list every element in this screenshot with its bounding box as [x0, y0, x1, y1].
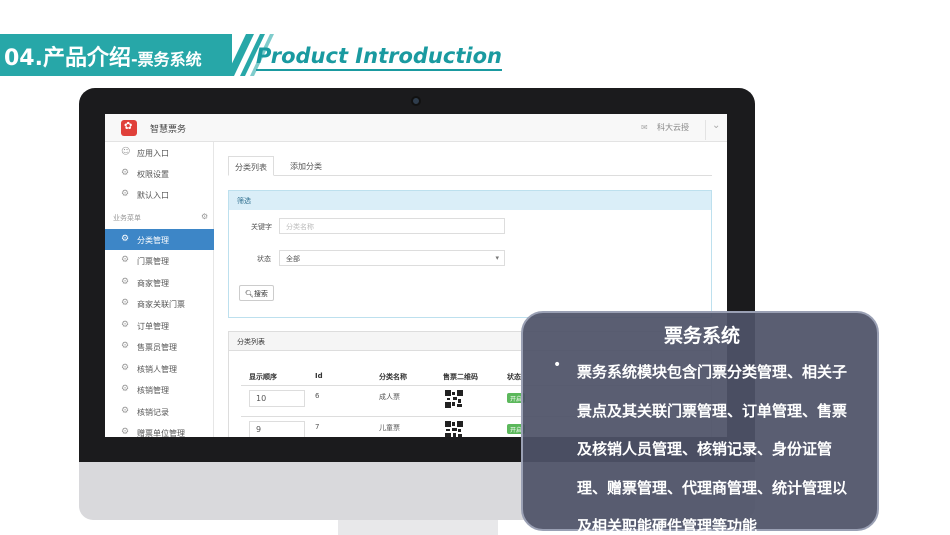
search-button[interactable]: 🔍︎搜索	[239, 285, 274, 301]
sidebar-item-category[interactable]: ⚙ 分类管理	[105, 229, 214, 250]
column-header-id: Id	[315, 372, 323, 380]
card-description: 票务系统模块包含门票分类管理、相关子景点及其关联门票管理、订单管理、售票及核销人…	[577, 363, 848, 535]
page-title: 04.产品介绍-票务系统	[4, 40, 202, 72]
sidebar-item-tickets[interactable]: ⚙ 门票管理	[105, 250, 214, 271]
tab-add-category[interactable]: 添加分类	[284, 156, 328, 176]
gear-icon: ⚙	[121, 341, 130, 351]
row-name: 儿童票	[379, 424, 400, 432]
sidebar-item-merchants[interactable]: ⚙ 商家管理	[105, 272, 214, 293]
bullet-icon: •	[553, 357, 562, 373]
row-id: 7	[315, 423, 320, 431]
row-id: 6	[315, 392, 320, 400]
gear-icon[interactable]: ⚙	[201, 212, 208, 221]
gear-icon: ⚙	[121, 234, 130, 244]
qr-code-icon[interactable]	[445, 421, 463, 437]
gear-icon: ⚙	[121, 406, 130, 416]
app-topbar: ✿ 智慧票务 ✉ 科大云授 ⌄	[105, 114, 727, 142]
gear-icon: ⚙	[121, 427, 130, 437]
qr-code-icon[interactable]	[445, 390, 463, 408]
wechat-icon[interactable]: ✉	[641, 123, 648, 132]
sidebar-item-verification-log[interactable]: ⚙ 核销记录	[105, 401, 214, 422]
sidebar-item-merchant-tickets[interactable]: ⚙ 商家关联门票	[105, 293, 214, 314]
sidebar-item-gift-units[interactable]: ⚙ 赠票单位管理	[105, 422, 214, 437]
gear-icon: ⚙	[121, 384, 130, 394]
title-main: 04.产品介绍	[4, 46, 131, 71]
chat-icon: ☺	[121, 147, 131, 157]
app-title: 智慧票务	[150, 125, 187, 135]
order-input[interactable]: 10	[249, 390, 305, 407]
gear-icon: ⚙	[121, 255, 130, 265]
sidebar-item-app-entry[interactable]: ☺ 应用入口	[105, 142, 214, 163]
gear-icon: ⚙	[121, 363, 130, 373]
status-select-value: 全部	[286, 255, 300, 263]
column-header-name: 分类名称	[379, 373, 407, 381]
filter-panel: 筛选 关键字 分类名称 状态 全部 ▾ 🔍︎搜索	[228, 190, 712, 318]
column-header-order: 显示顺序	[249, 373, 277, 381]
title-sub: -票务系统	[130, 50, 202, 69]
tab-bar: 分类列表 添加分类	[228, 156, 712, 176]
keyword-input[interactable]: 分类名称	[279, 218, 505, 234]
title-english: Product Introduction	[256, 43, 502, 71]
gear-icon: ⚙	[121, 168, 130, 178]
caret-down-icon: ▾	[495, 254, 499, 262]
order-input[interactable]: 9	[249, 421, 305, 437]
card-title: 票务系统	[663, 325, 740, 347]
description-card: 票务系统 • 票务系统模块包含门票分类管理、相关子景点及其关联门票管理、订单管理…	[521, 311, 879, 535]
sidebar-item-default-entry[interactable]: ⚙ 默认入口	[105, 184, 214, 205]
status-label: 状态	[257, 255, 271, 263]
slide: 04.产品介绍-票务系统 Product Introduction ✿ 智慧票务…	[0, 0, 950, 535]
monitor-stand	[338, 520, 498, 535]
column-header-qrcode: 售票二维码	[443, 373, 478, 381]
sidebar: ☺ 应用入口 ⚙ 权限设置 ⚙ 默认入口 业务菜单 ⚙ ⚙ 分类管理 ⚙ 门票管…	[105, 142, 214, 437]
gear-icon: ⚙	[121, 277, 130, 287]
sidebar-item-verifiers[interactable]: ⚙ 核销人管理	[105, 358, 214, 379]
row-name: 成人票	[379, 393, 400, 401]
filter-heading: 筛选	[229, 191, 711, 210]
search-icon: 🔍︎	[245, 290, 254, 298]
sidebar-item-sellers[interactable]: ⚙ 售票员管理	[105, 336, 214, 357]
gear-icon: ⚙	[121, 189, 130, 199]
search-button-label: 搜索	[253, 290, 268, 298]
column-header-status: 状态	[507, 373, 521, 381]
user-name[interactable]: 科大云授	[657, 122, 689, 133]
status-select[interactable]: 全部 ▾	[279, 250, 505, 266]
sidebar-item-verification[interactable]: ⚙ 核销管理	[105, 379, 214, 400]
gear-icon: ⚙	[121, 320, 130, 330]
camera-icon	[411, 96, 421, 106]
chevron-down-icon[interactable]: ⌄	[705, 120, 720, 140]
keyword-label: 关键字	[251, 223, 272, 231]
app-logo-icon: ✿	[121, 120, 137, 136]
sidebar-item-permissions[interactable]: ⚙ 权限设置	[105, 163, 214, 184]
sidebar-item-orders[interactable]: ⚙ 订单管理	[105, 315, 214, 336]
gear-icon: ⚙	[121, 298, 130, 308]
tab-category-list[interactable]: 分类列表	[228, 156, 274, 176]
sidebar-section-title: 业务菜单	[113, 214, 141, 222]
